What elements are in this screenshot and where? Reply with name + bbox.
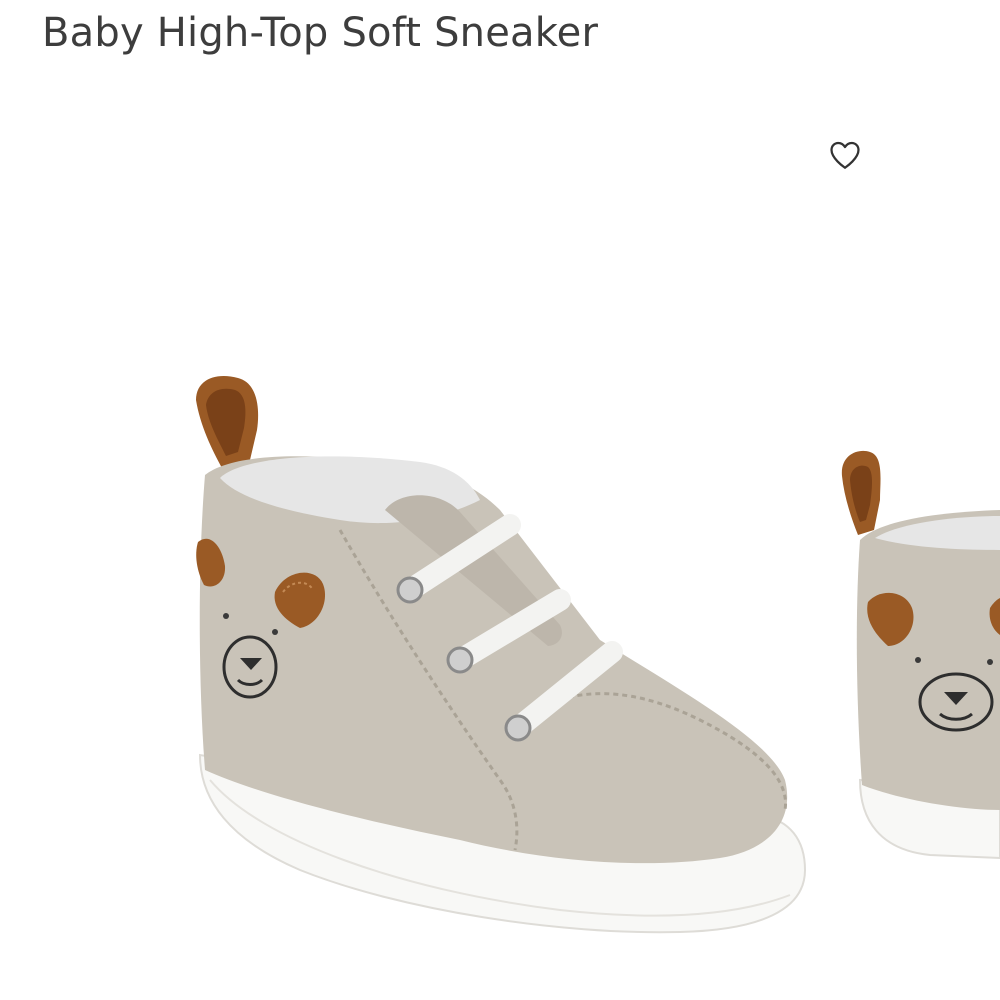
sneaker-second-image xyxy=(841,450,1000,860)
product-title: Baby High-Top Soft Sneaker xyxy=(42,10,599,56)
product-image-gallery[interactable] xyxy=(0,80,1000,1000)
product-image xyxy=(196,376,1000,934)
product-page: Baby High-Top Soft Sneaker xyxy=(0,0,1000,1000)
sneaker-main-image xyxy=(196,376,807,934)
